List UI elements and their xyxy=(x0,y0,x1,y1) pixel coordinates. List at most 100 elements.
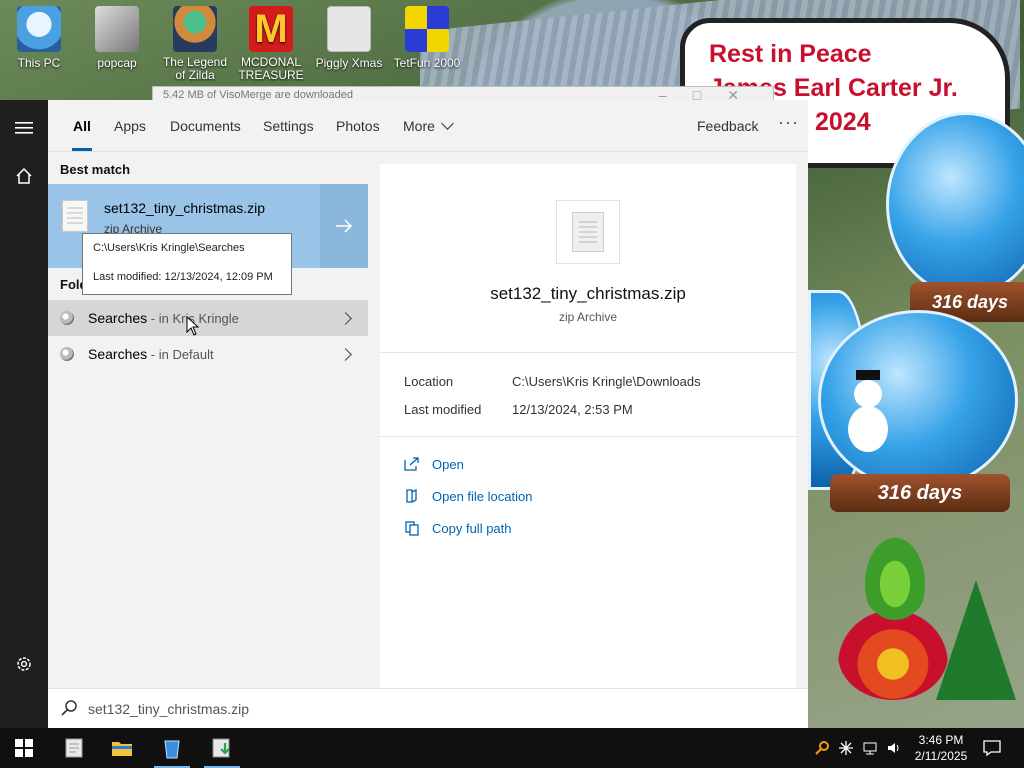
desktop-icon-mcdonal-treasure[interactable]: M MCDONAL TREASURE xyxy=(236,6,306,82)
taskbar: 3:46 PM 2/11/2025 xyxy=(0,728,1024,768)
system-tray xyxy=(814,728,902,768)
settings-button[interactable] xyxy=(0,640,48,688)
tab-photos[interactable]: Photos xyxy=(336,118,380,134)
tab-all[interactable]: All xyxy=(73,118,91,134)
sign-line: Rest in Peace xyxy=(709,40,872,68)
list-item[interactable]: Searches - in Kris Kringle xyxy=(48,300,368,336)
folder-result-label: Searches - in Default xyxy=(88,346,214,362)
taskbar-notepad[interactable] xyxy=(50,728,98,768)
location-value: C:\Users\Kris Kringle\Downloads xyxy=(512,374,701,389)
search-box[interactable]: set132_tiny_christmas.zip xyxy=(48,688,808,728)
desktop-icon-popcap[interactable]: popcap xyxy=(82,6,152,70)
clock-date: 2/11/2025 xyxy=(914,749,968,763)
more-options-button[interactable]: ··· xyxy=(778,112,799,133)
list-item[interactable]: Searches - in Default xyxy=(48,336,368,372)
taskbar-file-explorer[interactable] xyxy=(98,728,146,768)
search-folder-icon xyxy=(60,311,74,325)
recycle-bin-icon xyxy=(164,740,180,759)
days-counter: 316 days xyxy=(931,292,1009,312)
tetfun-icon xyxy=(405,6,449,52)
search-tabs: All Apps Documents Settings Photos More … xyxy=(48,100,808,152)
chevron-right-icon xyxy=(338,311,352,325)
popcap-icon xyxy=(95,6,139,52)
taskbar-recycle[interactable] xyxy=(148,728,196,768)
tooltip-modified: Last modified: 12/13/2024, 12:09 PM xyxy=(93,271,273,283)
clock-time: 3:46 PM xyxy=(918,733,964,747)
home-button[interactable] xyxy=(0,152,48,200)
christmas-tree-icon xyxy=(936,580,1016,700)
desktop-icon-label: TetFun 2000 xyxy=(393,56,461,70)
desktop-icon-piggly-xmas[interactable]: Piggly Xmas xyxy=(314,6,384,70)
search-tray-icon[interactable] xyxy=(814,740,830,756)
active-tab-indicator xyxy=(72,148,92,151)
notepad-icon xyxy=(65,738,83,758)
tab-documents[interactable]: Documents xyxy=(170,118,241,134)
computer-icon xyxy=(17,6,61,52)
spiral-tree-top xyxy=(860,530,930,620)
chevron-right-icon xyxy=(338,347,352,361)
divider xyxy=(380,352,796,353)
zilda-icon xyxy=(173,6,217,52)
snowman-icon xyxy=(848,370,888,460)
windows-icon xyxy=(15,739,33,757)
tab-apps[interactable]: Apps xyxy=(114,118,146,134)
search-icon xyxy=(61,700,77,716)
desktop-icon-label: popcap xyxy=(97,56,137,70)
folder-name: Searches xyxy=(88,346,148,362)
search-input[interactable]: set132_tiny_christmas.zip xyxy=(88,701,249,717)
arrow-right-icon xyxy=(336,219,353,233)
globe-base-main: 316 days xyxy=(830,474,1010,512)
hamburger-menu-button[interactable] xyxy=(0,104,48,152)
open-action[interactable]: Open xyxy=(404,454,464,474)
taskbar-clock[interactable]: 3:46 PM 2/11/2025 xyxy=(912,732,970,764)
best-match-name: set132_tiny_christmas.zip xyxy=(104,200,266,216)
network-icon[interactable] xyxy=(862,740,878,756)
best-match-open-arrow[interactable] xyxy=(320,184,368,268)
best-match-heading: Best match xyxy=(60,162,131,177)
desktop-icon-tetfun[interactable]: TetFun 2000 xyxy=(392,6,462,70)
open-icon xyxy=(404,457,419,471)
home-icon xyxy=(16,167,32,184)
binary-file-icon xyxy=(327,6,371,52)
network-star-icon[interactable] xyxy=(838,740,854,756)
preview-file-type: zip Archive xyxy=(558,310,618,324)
mcdonalds-icon: M xyxy=(249,6,293,52)
open-label: Open xyxy=(432,456,464,472)
expand-button[interactable] xyxy=(322,336,368,372)
modified-value: 12/13/2024, 2:53 PM xyxy=(512,402,633,417)
expand-button[interactable] xyxy=(322,300,368,336)
start-button[interactable] xyxy=(0,728,48,768)
download-icon xyxy=(212,738,230,758)
days-counter: 316 days xyxy=(877,482,963,504)
folder-result-label: Searches - in Kris Kringle xyxy=(88,310,239,326)
tab-settings[interactable]: Settings xyxy=(263,118,314,134)
large-zip-file-icon xyxy=(556,200,620,264)
chevron-down-icon xyxy=(441,117,454,130)
modified-label: Last modified xyxy=(404,402,482,417)
desktop-icon-label: MCDONAL TREASURE xyxy=(238,55,304,82)
desktop-icon-label: Piggly Xmas xyxy=(315,56,383,70)
folder-icon xyxy=(112,742,132,756)
tab-more[interactable]: More xyxy=(403,117,454,134)
gear-icon xyxy=(17,657,31,671)
location-label: Location xyxy=(404,374,454,389)
search-folder-icon xyxy=(60,347,74,361)
taskbar-download-app[interactable] xyxy=(198,728,246,768)
desktop-icon-label: The Legend of Zilda xyxy=(162,55,228,82)
desktop-icon-this-pc[interactable]: This PC xyxy=(4,6,74,70)
volume-icon[interactable] xyxy=(886,740,902,756)
spiral-tree-decoration xyxy=(838,610,948,700)
open-file-location-action[interactable]: Open file location xyxy=(404,486,532,506)
mouse-cursor-icon xyxy=(186,316,200,336)
action-center-button[interactable] xyxy=(970,728,1014,768)
tab-more-label: More xyxy=(403,118,435,134)
feedback-button[interactable]: Feedback xyxy=(697,118,758,134)
copy-full-path-action[interactable]: Copy full path xyxy=(404,518,512,538)
copy-icon xyxy=(405,521,419,536)
folder-location: - in Default xyxy=(147,347,214,362)
folder-location-icon xyxy=(406,488,417,503)
desktop-icon-legend-of-zilda[interactable]: The Legend of Zilda xyxy=(160,6,230,82)
copy-full-path-label: Copy full path xyxy=(432,520,512,536)
folder-name: Searches xyxy=(88,310,148,326)
preview-pane: set132_tiny_christmas.zip zip Archive Lo… xyxy=(380,164,796,688)
